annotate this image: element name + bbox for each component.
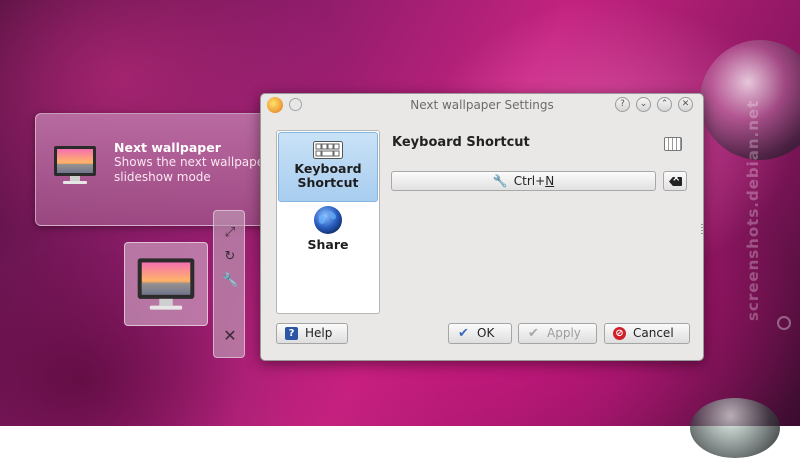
rotate-icon[interactable]: ↻ [222, 249, 238, 265]
shortcut-key: N [545, 174, 555, 188]
keyboard-icon [313, 141, 343, 159]
watermark-text: screenshots.debian.net [744, 99, 762, 321]
help-button-label: Help [305, 326, 333, 340]
dialog-titlebar[interactable]: Next wallpaper Settings ? ⌄ ⌃ ✕ [261, 94, 703, 116]
resize-icon[interactable]: ⤢ [222, 225, 238, 241]
cancel-button[interactable]: ⊘ Cancel [604, 323, 690, 344]
tooltip-title: Next wallpaper [114, 140, 221, 155]
settings-sidebar: Keyboard Shortcut Share [276, 130, 380, 314]
help-book-icon: ? [285, 327, 298, 340]
watermark-icon [777, 316, 791, 330]
globe-icon [314, 206, 342, 234]
ok-button[interactable]: ✔ OK [448, 323, 512, 344]
tooltip-description: Shows the next wallpaper in slideshow mo… [114, 155, 284, 184]
shortcut-button[interactable]: 🔧 Ctrl+N [391, 171, 656, 191]
wallpaper-monitor-icon [54, 146, 96, 184]
apply-button-label: Apply [547, 326, 581, 340]
sidebar-item-share[interactable]: Share [278, 205, 378, 261]
sidebar-item-label: Keyboard Shortcut [294, 161, 362, 190]
sidebar-item-keyboard-shortcut[interactable]: Keyboard Shortcut [278, 132, 378, 202]
cancel-button-label: Cancel [633, 326, 674, 340]
shortcut-modifier: Ctrl+ [513, 174, 546, 188]
next-wallpaper-applet[interactable] [124, 242, 208, 326]
applet-tooltip: Next wallpaper Shows the next wallpaper … [35, 113, 298, 226]
backspace-clear-icon [669, 177, 682, 186]
splitter-handle[interactable] [701, 224, 704, 234]
section-title: Keyboard Shortcut [392, 135, 530, 150]
remove-close-icon[interactable]: ✕ [222, 328, 238, 344]
wrench-icon: 🔧 [492, 174, 508, 188]
checkmark-icon: ✔ [458, 326, 469, 341]
ok-button-label: OK [477, 326, 495, 340]
cancel-icon: ⊘ [613, 327, 626, 340]
settings-wrench-icon[interactable]: 🔧 [222, 273, 238, 289]
keyboard-icon [664, 137, 682, 151]
close-icon[interactable]: ✕ [678, 97, 693, 112]
clear-shortcut-button[interactable] [663, 171, 687, 191]
maximize-icon[interactable]: ⌃ [657, 97, 672, 112]
help-question-icon[interactable]: ? [615, 97, 630, 112]
applet-handle[interactable]: ⤢ ↻ 🔧 ✕ [213, 210, 245, 358]
minimize-icon[interactable]: ⌄ [636, 97, 651, 112]
settings-dialog: Next wallpaper Settings ? ⌄ ⌃ ✕ Keyboard… [260, 93, 704, 361]
wallpaper-monitor-icon [137, 258, 195, 310]
apply-button[interactable]: ✔ Apply [518, 323, 597, 344]
help-button[interactable]: ? Help [276, 323, 348, 344]
checkmark-icon: ✔ [528, 326, 539, 341]
water-droplet [690, 398, 780, 458]
sidebar-item-label: Share [307, 237, 349, 252]
